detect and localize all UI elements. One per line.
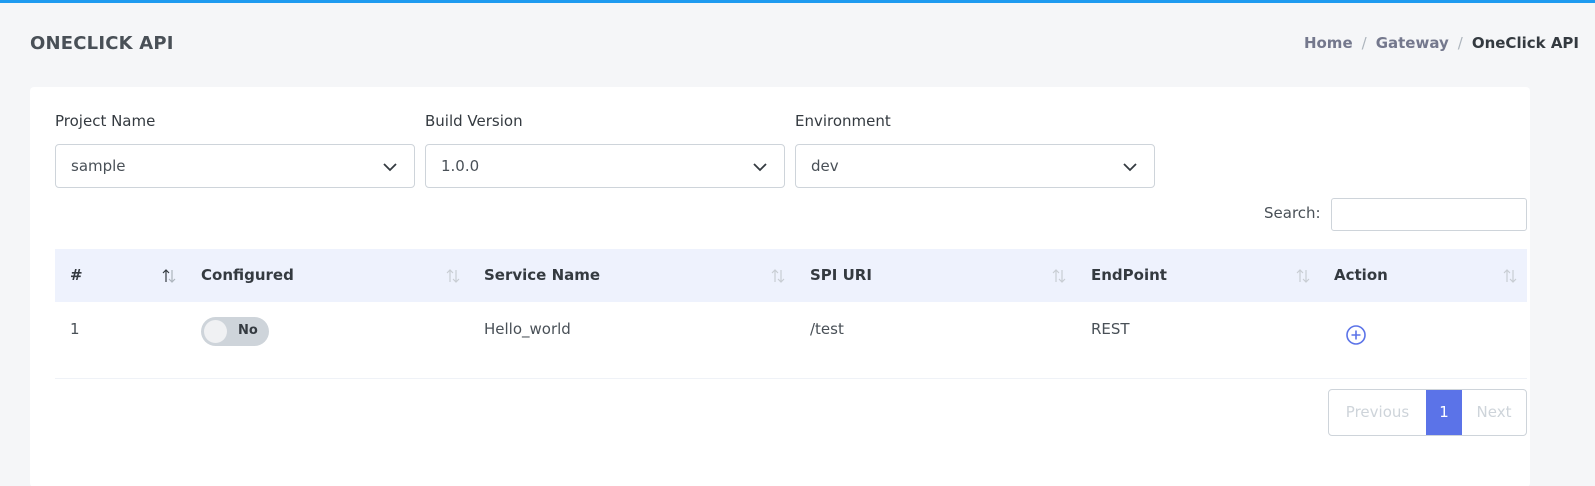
plus-circle-icon[interactable] (1345, 324, 1367, 346)
breadcrumb-separator: / (1457, 34, 1463, 52)
sort-arrows-icon[interactable] (161, 268, 177, 284)
search-input[interactable] (1331, 198, 1527, 231)
column-header-spi-uri[interactable]: SPI URI (810, 249, 872, 302)
toggle-label: No (238, 323, 258, 338)
column-header-configured[interactable]: Configured (201, 249, 294, 302)
project-name-label: Project Name (55, 112, 156, 130)
chevron-down-icon (1123, 163, 1137, 172)
project-name-select[interactable]: sample (55, 144, 415, 188)
sort-arrows-icon[interactable] (770, 268, 786, 284)
build-version-select[interactable]: 1.0.0 (425, 144, 785, 188)
main-card: Project Name sample Build Version 1.0.0 … (30, 87, 1530, 486)
pagination-previous[interactable]: Previous (1329, 390, 1426, 435)
chevron-down-icon (383, 163, 397, 172)
breadcrumb: Home / Gateway / OneClick API (1304, 34, 1579, 52)
toggle-knob (204, 320, 227, 343)
column-header-endpoint[interactable]: EndPoint (1091, 249, 1167, 302)
build-version-value: 1.0.0 (441, 157, 480, 175)
sort-arrows-icon[interactable] (1051, 268, 1067, 284)
pagination: Previous 1 Next (1328, 389, 1527, 436)
search-label: Search: (1264, 204, 1321, 222)
breadcrumb-current: OneClick API (1471, 34, 1579, 52)
page-title: ONECLICK API (30, 33, 174, 54)
breadcrumb-gateway[interactable]: Gateway (1376, 34, 1449, 52)
build-version-label: Build Version (425, 112, 523, 130)
configured-toggle[interactable]: No (201, 317, 269, 346)
cell-index: 1 (70, 320, 80, 338)
sort-arrows-icon[interactable] (445, 268, 461, 284)
pagination-page-1[interactable]: 1 (1426, 390, 1462, 435)
project-name-value: sample (71, 157, 126, 175)
column-header-action[interactable]: Action (1334, 249, 1388, 302)
breadcrumb-separator: / (1361, 34, 1367, 52)
sort-arrows-icon[interactable] (1502, 268, 1518, 284)
pagination-next[interactable]: Next (1462, 390, 1526, 435)
cell-spi-uri: /test (810, 320, 844, 338)
table-row: 1 No Hello_world /test REST (55, 302, 1527, 379)
sort-arrows-icon[interactable] (1295, 268, 1311, 284)
breadcrumb-home[interactable]: Home (1304, 34, 1353, 52)
cell-service-name: Hello_world (484, 320, 571, 338)
chevron-down-icon (753, 163, 767, 172)
environment-select[interactable]: dev (795, 144, 1155, 188)
column-header-index[interactable]: # (70, 249, 83, 302)
column-header-service-name[interactable]: Service Name (484, 249, 600, 302)
services-table: # Configured Service Name SPI URI EndPoi… (55, 249, 1527, 379)
table-header: # Configured Service Name SPI URI EndPoi… (55, 249, 1527, 302)
environment-label: Environment (795, 112, 891, 130)
cell-endpoint: REST (1091, 320, 1130, 338)
environment-value: dev (811, 157, 839, 175)
top-accent-bar (0, 0, 1595, 3)
